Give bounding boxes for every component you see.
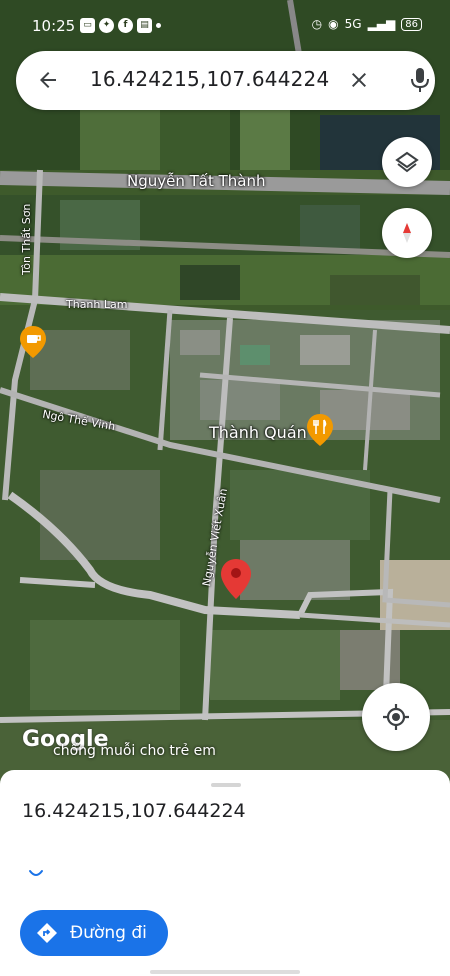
- status-time: 10:25: [32, 17, 76, 35]
- notification-icons: ▭ ✦ f ▤: [80, 18, 161, 33]
- compass-icon: [403, 223, 411, 243]
- coordinates-title: 16.424215,107.644224: [22, 800, 246, 822]
- location-icon: ◉: [328, 17, 339, 31]
- location-pin-icon[interactable]: [219, 557, 253, 601]
- status-icons: ◷ ◉ 5G ▂▄▆ 86: [312, 17, 422, 31]
- more-dot-icon: [156, 23, 161, 28]
- back-arrow-icon[interactable]: [36, 68, 60, 92]
- map-layers-button[interactable]: [382, 137, 432, 187]
- directions-icon: [37, 923, 57, 943]
- battery-level: 86: [401, 17, 422, 31]
- news-icon: ▤: [137, 18, 152, 33]
- satellite-map[interactable]: Nguyễn Tất Thành Tôn Thất Sơn Thanh Lam …: [0, 0, 450, 790]
- messenger-icon: ✦: [99, 18, 114, 33]
- street-label: Tôn Thất Sơn: [20, 203, 33, 275]
- my-location-button[interactable]: [362, 683, 430, 751]
- map-imagery: [0, 0, 450, 790]
- compass-button[interactable]: [382, 208, 432, 258]
- network-label: 5G: [344, 17, 362, 31]
- place-label[interactable]: Thành Quán: [209, 423, 307, 442]
- street-label: Nguyễn Tất Thành: [127, 172, 266, 190]
- street-label: Thanh Lam: [66, 298, 128, 311]
- chat-icon: ▭: [80, 18, 95, 33]
- layers-icon: [395, 151, 419, 173]
- close-icon[interactable]: [347, 68, 371, 92]
- gesture-bar: [150, 970, 300, 974]
- my-location-icon: [383, 704, 409, 730]
- search-query[interactable]: 16.424215,107.644224: [90, 67, 329, 91]
- search-bar[interactable]: 16.424215,107.644224: [16, 51, 435, 110]
- status-bar: 10:25 ▭ ✦ f ▤ ◷ ◉ 5G ▂▄▆ 86: [0, 0, 450, 52]
- microphone-icon[interactable]: [409, 66, 431, 94]
- directions-label: Đường đi: [70, 923, 147, 943]
- directions-button[interactable]: Đường đi: [20, 910, 168, 956]
- alarm-icon: ◷: [311, 17, 323, 31]
- bottom-sheet[interactable]: 16.424215,107.644224 Đường đi: [0, 770, 450, 976]
- loading-spinner-icon: [29, 870, 43, 876]
- promo-text[interactable]: chống muỗi cho trẻ em: [53, 743, 216, 759]
- restaurant-poi-icon[interactable]: [305, 412, 335, 448]
- signal-icon: ▂▄▆: [367, 17, 396, 31]
- facebook-icon: f: [118, 18, 133, 33]
- cafe-poi-icon[interactable]: [18, 324, 48, 360]
- sheet-drag-handle[interactable]: [211, 783, 241, 787]
